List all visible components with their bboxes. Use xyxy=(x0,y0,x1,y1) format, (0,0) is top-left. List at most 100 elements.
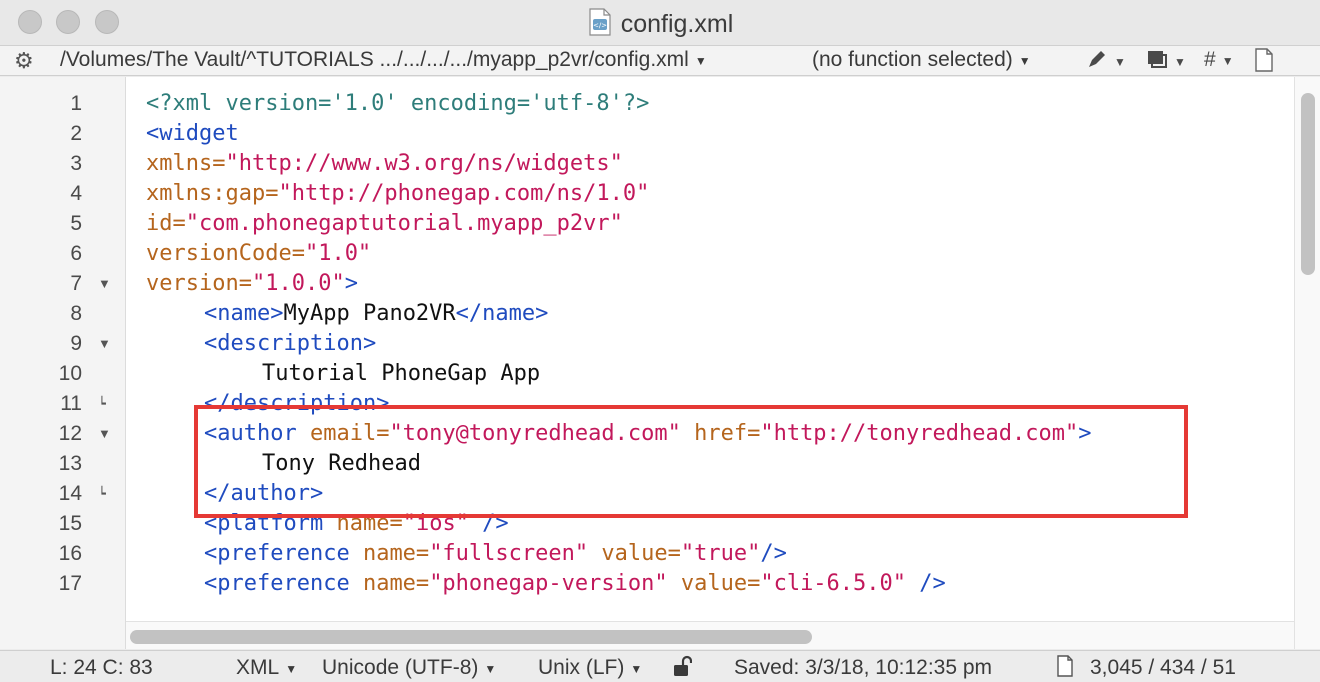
chevron-down-icon: ▼ xyxy=(630,662,643,676)
text-token: Tutorial PhoneGap App xyxy=(262,361,541,386)
value-token: "http://phonegap.com/ns/1.0" xyxy=(278,181,650,206)
chevron-down-icon: ▼ xyxy=(484,662,497,676)
fold-open-icon[interactable]: ▼ xyxy=(98,329,111,359)
function-popup[interactable]: (no function selected) ▼ xyxy=(812,48,1031,72)
code-line-6: versionCode="1.0" xyxy=(146,239,371,269)
value-token: "cli-6.5.0" xyxy=(760,571,907,596)
tag-token: <description> xyxy=(204,331,377,356)
pencil-icon xyxy=(1089,51,1105,67)
tag-token: /> xyxy=(760,541,787,566)
fold-end-icon[interactable]: ┕ xyxy=(98,479,106,509)
attribute-token: version= xyxy=(146,271,252,296)
code-line-17: <preference name="phonegap-version" valu… xyxy=(204,569,946,599)
fold-end-icon[interactable]: ┕ xyxy=(98,389,106,419)
line-number: 11 xyxy=(60,392,82,415)
vertical-scroll-thumb[interactable] xyxy=(1301,93,1315,275)
language-label: XML xyxy=(236,656,280,679)
file-path: /Volumes/The Vault/^TUTORIALS .../.../..… xyxy=(60,48,689,71)
document-counts[interactable]: 3,045 / 434 / 51 xyxy=(1090,656,1236,680)
file-info-button[interactable] xyxy=(1254,48,1274,74)
value-token: "fullscreen" xyxy=(429,541,589,566)
hash-menu[interactable]: # ▼ xyxy=(1204,48,1234,72)
fold-open-icon[interactable]: ▼ xyxy=(98,419,111,449)
line-number: 10 xyxy=(58,362,82,385)
code-line-9: <description> xyxy=(204,329,376,359)
attribute-token: xmlns:gap= xyxy=(146,181,279,206)
code-line-2: <widget xyxy=(146,119,239,149)
xml-document-icon: </> xyxy=(589,8,611,36)
attribute-token: versionCode= xyxy=(146,241,305,266)
line-number: 8 xyxy=(70,302,82,325)
code-line-16: <preference name="fullscreen" value="tru… xyxy=(204,539,787,569)
value-token: "com.phonegaptutorial.myapp_p2vr" xyxy=(185,211,623,236)
line-number: 2 xyxy=(70,122,82,145)
vertical-scrollbar[interactable] xyxy=(1294,77,1320,649)
tag-token: <preference xyxy=(204,571,350,596)
attribute-token: value= xyxy=(667,571,761,596)
code-line-7: version="1.0.0"> xyxy=(146,269,358,299)
encoding-label: Unicode (UTF-8) xyxy=(322,656,479,679)
saved-timestamp: Saved: 3/3/18, 10:12:35 pm xyxy=(734,656,993,679)
tag-token: > xyxy=(344,271,358,296)
line-endings-label: Unix (LF) xyxy=(538,656,625,679)
code-line-5: id="com.phonegaptutorial.myapp_p2vr" xyxy=(146,209,623,239)
tag-token: </name> xyxy=(455,301,549,326)
line-number: 9 xyxy=(70,332,82,355)
chevron-down-icon: ▼ xyxy=(1114,55,1126,69)
code-editor[interactable]: 1 2 3 4 5 6 7 8 9 10 11 12 13 14 15 16 1… xyxy=(0,77,1320,649)
title-bar: </> config.xml xyxy=(0,0,1320,46)
chevron-down-icon: ▼ xyxy=(285,662,298,676)
encoding-popup[interactable]: Unicode (UTF-8) ▼ xyxy=(322,656,496,680)
highlight-box xyxy=(194,405,1188,518)
language-popup[interactable]: XML ▼ xyxy=(236,656,297,680)
value-token: "1.0.0" xyxy=(251,271,345,296)
chevron-down-icon: ▼ xyxy=(1174,55,1186,69)
tag-token: <name> xyxy=(204,301,284,326)
code-line-3: xmlns="http://www.w3.org/ns/widgets" xyxy=(146,149,623,179)
marker-menu[interactable]: ▼ xyxy=(1086,48,1126,73)
gear-icon[interactable]: ⚙ xyxy=(14,49,38,73)
tag-token: <widget xyxy=(146,121,239,146)
line-number: 3 xyxy=(70,152,82,175)
svg-text:</>: </> xyxy=(593,22,607,30)
code-line-8: <name>MyApp Pano2VR</name> xyxy=(204,299,548,329)
line-number: 1 xyxy=(70,92,82,115)
text-token: MyApp Pano2VR xyxy=(283,301,456,326)
code-line-1: <?xml version='1.0' encoding='utf-8'?> xyxy=(146,89,649,119)
fold-open-icon[interactable]: ▼ xyxy=(98,269,111,299)
line-number: 12 xyxy=(58,422,82,445)
line-endings-popup[interactable]: Unix (LF) ▼ xyxy=(538,656,642,680)
line-number: 4 xyxy=(70,182,82,205)
tag-token: <preference xyxy=(204,541,350,566)
attribute-token: value= xyxy=(588,541,681,566)
code-line-10: Tutorial PhoneGap App xyxy=(262,359,540,389)
line-number: 17 xyxy=(58,572,82,595)
attribute-token: name= xyxy=(349,571,430,596)
code-text-area[interactable]: <?xml version='1.0' encoding='utf-8'?> <… xyxy=(126,77,1294,621)
line-number: 16 xyxy=(58,542,82,565)
line-number: 6 xyxy=(70,242,82,265)
chevron-down-icon: ▼ xyxy=(1221,54,1234,68)
horizontal-scrollbar[interactable] xyxy=(126,621,1294,649)
function-label: (no function selected) xyxy=(812,48,1013,71)
file-path-popup[interactable]: /Volumes/The Vault/^TUTORIALS .../.../..… xyxy=(60,48,707,72)
code-line-4: xmlns:gap="http://phonegap.com/ns/1.0" xyxy=(146,179,649,209)
line-number: 7 xyxy=(70,272,82,295)
tag-token: /> xyxy=(906,571,946,596)
attribute-token: name= xyxy=(349,541,430,566)
document-menu[interactable]: ▼ xyxy=(1146,48,1186,73)
document-icon xyxy=(1255,48,1273,72)
xml-declaration: <?xml version='1.0' encoding='utf-8'?> xyxy=(146,91,650,116)
status-bar: L: 24 C: 83 XML ▼ Unicode (UTF-8) ▼ Unix (… xyxy=(0,650,1320,682)
cursor-position[interactable]: L: 24 C: 83 xyxy=(50,656,153,680)
horizontal-scroll-thumb[interactable] xyxy=(130,630,812,644)
line-number: 15 xyxy=(58,512,82,535)
attribute-token: id= xyxy=(146,211,186,236)
attribute-token: xmlns= xyxy=(146,151,226,176)
hash-label: # xyxy=(1204,48,1216,71)
window-stack-icon xyxy=(1148,51,1167,68)
unlock-icon[interactable] xyxy=(672,655,693,682)
line-number: 14 xyxy=(58,482,82,505)
value-token: "1.0" xyxy=(304,241,372,266)
line-number: 13 xyxy=(58,452,82,475)
